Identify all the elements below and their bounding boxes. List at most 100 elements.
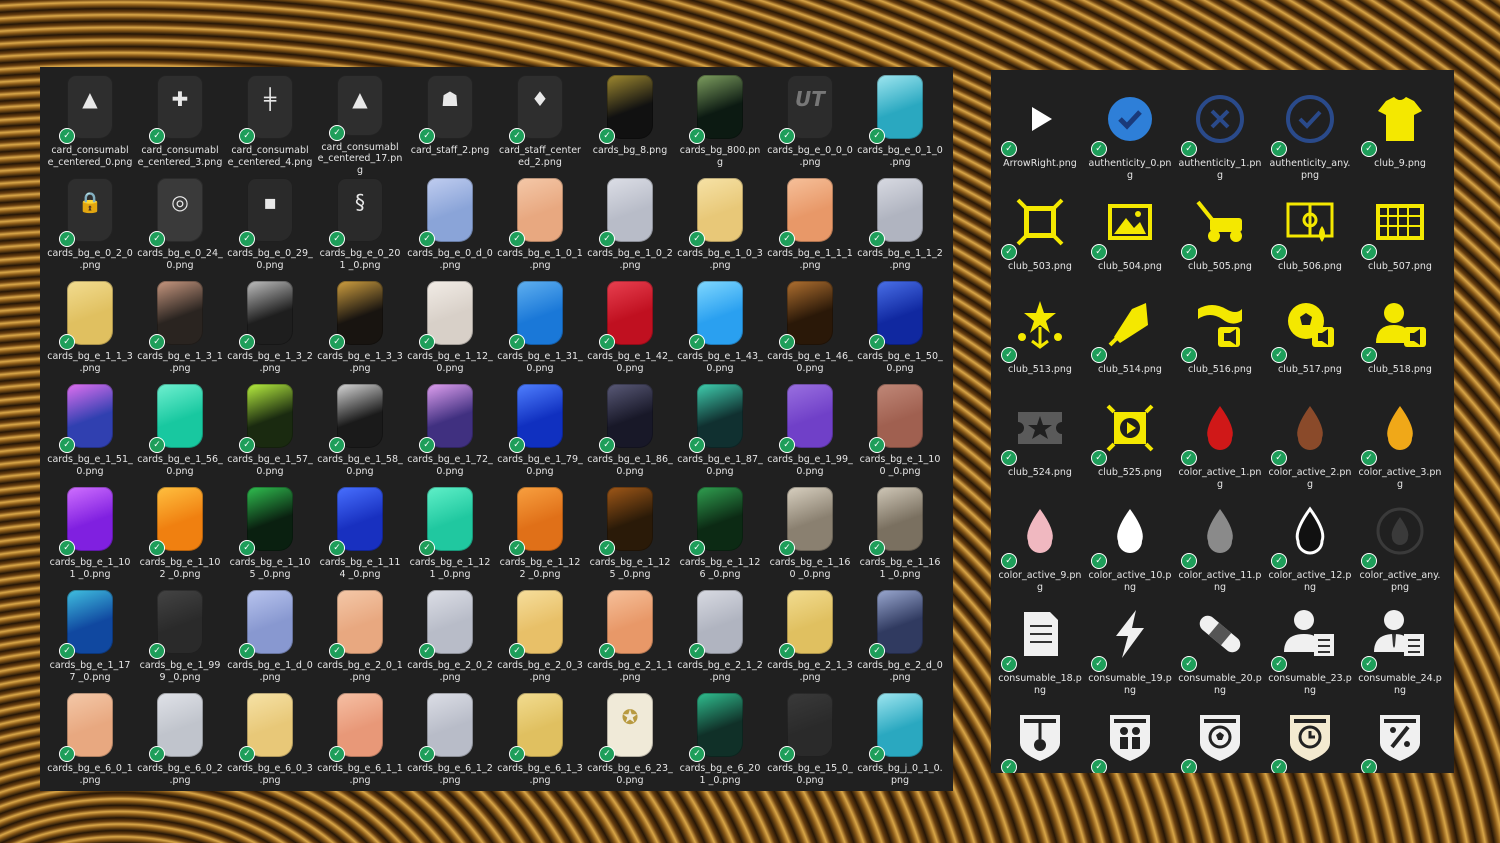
file-item[interactable]: ✓ cards_bg_e_1_d_0 .png xyxy=(225,588,315,691)
file-item[interactable]: ✓ color_active_any. png xyxy=(1355,496,1445,599)
file-item[interactable]: ✓ club_504.png xyxy=(1085,187,1175,290)
file-item[interactable]: ✓ club_517.png xyxy=(1265,290,1355,393)
file-item[interactable]: ✓icon_1.png xyxy=(995,702,1085,773)
file-item[interactable]: ✓ cards_bg_e_0_1_0 .png xyxy=(855,73,945,176)
file-item[interactable]: ✓ cards_bg_e_1_101 _0.png xyxy=(45,485,135,588)
file-item[interactable]: ✓ cards_bg_e_1_122 _0.png xyxy=(495,485,585,588)
file-item[interactable]: ✓ cards_bg_e_1_3_3 .png xyxy=(315,279,405,382)
file-item[interactable]: ✓ club_513.png xyxy=(995,290,1085,393)
file-item[interactable]: ✓ club_525.png xyxy=(1085,393,1175,496)
file-item[interactable]: ▪ ✓ cards_bg_e_0_29_ 0.png xyxy=(225,176,315,279)
file-item[interactable]: ✓ cards_bg_e_6_0_1 .png xyxy=(45,691,135,791)
file-item[interactable]: ✓ cards_bg_e_1_51_ 0.png xyxy=(45,382,135,485)
file-item[interactable]: ✓ cards_bg_e_1_43_ 0.png xyxy=(675,279,765,382)
file-item[interactable]: ✓icon_2.png xyxy=(1085,702,1175,773)
file-item[interactable]: ✓ color_active_12.p ng xyxy=(1265,496,1355,599)
file-item[interactable]: ✓ cards_bg_e_1_86_ 0.png xyxy=(585,382,675,485)
file-item[interactable]: ✓icon_5.png xyxy=(1355,702,1445,773)
file-item[interactable]: ✓ authenticity_any. png xyxy=(1265,84,1355,187)
file-item[interactable]: ✓ cards_bg_e_1_105 _0.png xyxy=(225,485,315,588)
file-item[interactable]: ✓ cards_bg_e_6_1_3 .png xyxy=(495,691,585,791)
file-item[interactable]: ✓ cards_bg_e_1_31_ 0.png xyxy=(495,279,585,382)
file-item[interactable]: ✓ consumable_20.p ng xyxy=(1175,599,1265,702)
file-item[interactable]: ✓ color_active_3.pn g xyxy=(1355,393,1445,496)
file-item[interactable]: ✓ cards_bg_e_1_42_ 0.png xyxy=(585,279,675,382)
file-item[interactable]: ✓ color_active_9.pn g xyxy=(995,496,1085,599)
file-item[interactable]: ✓ consumable_18.p ng xyxy=(995,599,1085,702)
file-item[interactable]: ✓ cards_bg_e_1_114 _0.png xyxy=(315,485,405,588)
file-item[interactable]: ✓ cards_bg_j_0_1_0. png xyxy=(855,691,945,791)
file-item[interactable]: ✓ cards_bg_e_1_1_3 .png xyxy=(45,279,135,382)
file-item[interactable]: ✓ cards_bg_e_1_161 _0.png xyxy=(855,485,945,588)
file-item[interactable]: ☗ ✓ card_staff_2.png xyxy=(405,73,495,176)
file-item[interactable]: ✓ cards_bg_e_2_0_2 .png xyxy=(405,588,495,691)
file-item[interactable]: ✓ cards_bg_e_1_160 _0.png xyxy=(765,485,855,588)
file-item[interactable]: ✓ cards_bg_e_1_3_1 .png xyxy=(135,279,225,382)
file-item[interactable]: ✓ cards_bg_e_15_0_ 0.png xyxy=(765,691,855,791)
file-item[interactable]: ╪ ✓ card_consumabl e_centered_4.png xyxy=(225,73,315,176)
file-item[interactable]: ✓ club_514.png xyxy=(1085,290,1175,393)
file-item[interactable]: ✓ cards_bg_e_1_12_ 0.png xyxy=(405,279,495,382)
file-item[interactable]: ✓ cards_bg_e_6_0_2 .png xyxy=(135,691,225,791)
file-item[interactable]: ✓ cards_bg_e_1_0_2 .png xyxy=(585,176,675,279)
file-item[interactable]: ▲ ✓ card_consumabl e_centered_0.png xyxy=(45,73,135,176)
file-item[interactable]: § ✓ cards_bg_e_0_201 _0.png xyxy=(315,176,405,279)
file-item[interactable]: UT ✓ cards_bg_e_0_0_0 .png xyxy=(765,73,855,176)
file-item[interactable]: ✓ cards_bg_e_1_99_ 0.png xyxy=(765,382,855,485)
file-item[interactable]: ✓ cards_bg_e_1_72_ 0.png xyxy=(405,382,495,485)
file-item[interactable]: ✓icon_4.png xyxy=(1265,702,1355,773)
file-item[interactable]: ✚ ✓ card_consumabl e_centered_3.png xyxy=(135,73,225,176)
file-item[interactable]: ✓ color_active_10.p ng xyxy=(1085,496,1175,599)
file-item[interactable]: ✓ ArrowRight.png xyxy=(995,84,1085,187)
file-item[interactable]: ✓ club_524.png xyxy=(995,393,1085,496)
file-item[interactable]: ✓ cards_bg_e_1_87_ 0.png xyxy=(675,382,765,485)
file-item[interactable]: ✓ color_active_2.pn g xyxy=(1265,393,1355,496)
file-item[interactable]: ✓ cards_bg_e_1_126 _0.png xyxy=(675,485,765,588)
file-item[interactable]: ✓ cards_bg_e_6_1_1 .png xyxy=(315,691,405,791)
file-item[interactable]: ✓ cards_bg_e_1_3_2 .png xyxy=(225,279,315,382)
file-item[interactable]: ✓ cards_bg_e_1_56_ 0.png xyxy=(135,382,225,485)
file-item[interactable]: ✓ cards_bg_e_2_d_0 .png xyxy=(855,588,945,691)
file-item[interactable]: ✓ color_active_11.p ng xyxy=(1175,496,1265,599)
file-item[interactable]: ♦ ✓ card_staff_center ed_2.png xyxy=(495,73,585,176)
file-item[interactable]: ✓ consumable_24.p ng xyxy=(1355,599,1445,702)
file-item[interactable]: ✓ cards_bg_e_2_1_2 .png xyxy=(675,588,765,691)
file-item[interactable]: ✓ cards_bg_e_1_50_ 0.png xyxy=(855,279,945,382)
file-item[interactable]: ✓ cards_bg_e_6_201 _0.png xyxy=(675,691,765,791)
file-item[interactable]: ✓ cards_bg_e_1_79_ 0.png xyxy=(495,382,585,485)
file-item[interactable]: ✓ cards_bg_e_0_d_0 .png xyxy=(405,176,495,279)
file-item[interactable]: ✓ cards_bg_e_1_0_3 .png xyxy=(675,176,765,279)
file-item[interactable]: ✓ cards_bg_e_1_46_ 0.png xyxy=(765,279,855,382)
file-item[interactable]: ✓ authenticity_1.pn g xyxy=(1175,84,1265,187)
file-item[interactable]: ✓ cards_bg_800.pn g xyxy=(675,73,765,176)
file-item[interactable]: ✓ club_503.png xyxy=(995,187,1085,290)
file-item[interactable]: ✓ cards_bg_e_1_100 _0.png xyxy=(855,382,945,485)
file-item[interactable]: ✓ club_9.png xyxy=(1355,84,1445,187)
file-item[interactable]: ▲ ✓ card_consumabl e_centered_17.pn g xyxy=(315,73,405,176)
file-item[interactable]: ✓ cards_bg_e_1_125 _0.png xyxy=(585,485,675,588)
file-item[interactable]: ✓ cards_bg_e_1_1_2 .png xyxy=(855,176,945,279)
file-item[interactable]: ✓ club_505.png xyxy=(1175,187,1265,290)
file-item[interactable]: ◎ ✓ cards_bg_e_0_24_ 0.png xyxy=(135,176,225,279)
file-item[interactable]: ✓ cards_bg_e_1_121 _0.png xyxy=(405,485,495,588)
file-item[interactable]: ✓ club_518.png xyxy=(1355,290,1445,393)
file-item[interactable]: 🔒 ✓ cards_bg_e_0_2_0 .png xyxy=(45,176,135,279)
file-item[interactable]: ✓ color_active_1.pn g xyxy=(1175,393,1265,496)
file-item[interactable]: ✓ club_516.png xyxy=(1175,290,1265,393)
file-item[interactable]: ✓ authenticity_0.pn g xyxy=(1085,84,1175,187)
file-item[interactable]: ✓ cards_bg_e_2_0_1 .png xyxy=(315,588,405,691)
file-item[interactable]: ✓ cards_bg_e_1_1_1 .png xyxy=(765,176,855,279)
file-item[interactable]: ✪ ✓ cards_bg_e_6_23_ 0.png xyxy=(585,691,675,791)
file-item[interactable]: ✓ cards_bg_e_6_1_2 .png xyxy=(405,691,495,791)
file-item[interactable]: ✓ cards_bg_e_1_0_1 .png xyxy=(495,176,585,279)
file-item[interactable]: ✓ cards_bg_e_2_1_3 .png xyxy=(765,588,855,691)
file-item[interactable]: ✓ cards_bg_e_2_1_1 .png xyxy=(585,588,675,691)
file-item[interactable]: ✓icon_3.png xyxy=(1175,702,1265,773)
file-item[interactable]: ✓ consumable_19.p ng xyxy=(1085,599,1175,702)
file-item[interactable]: ✓ cards_bg_e_6_0_3 .png xyxy=(225,691,315,791)
file-item[interactable]: ✓ cards_bg_8.png xyxy=(585,73,675,176)
file-item[interactable]: ✓ club_506.png xyxy=(1265,187,1355,290)
file-item[interactable]: ✓ cards_bg_e_1_177 _0.png xyxy=(45,588,135,691)
file-item[interactable]: ✓ cards_bg_e_1_58_ 0.png xyxy=(315,382,405,485)
file-item[interactable]: ✓ consumable_23.p ng xyxy=(1265,599,1355,702)
